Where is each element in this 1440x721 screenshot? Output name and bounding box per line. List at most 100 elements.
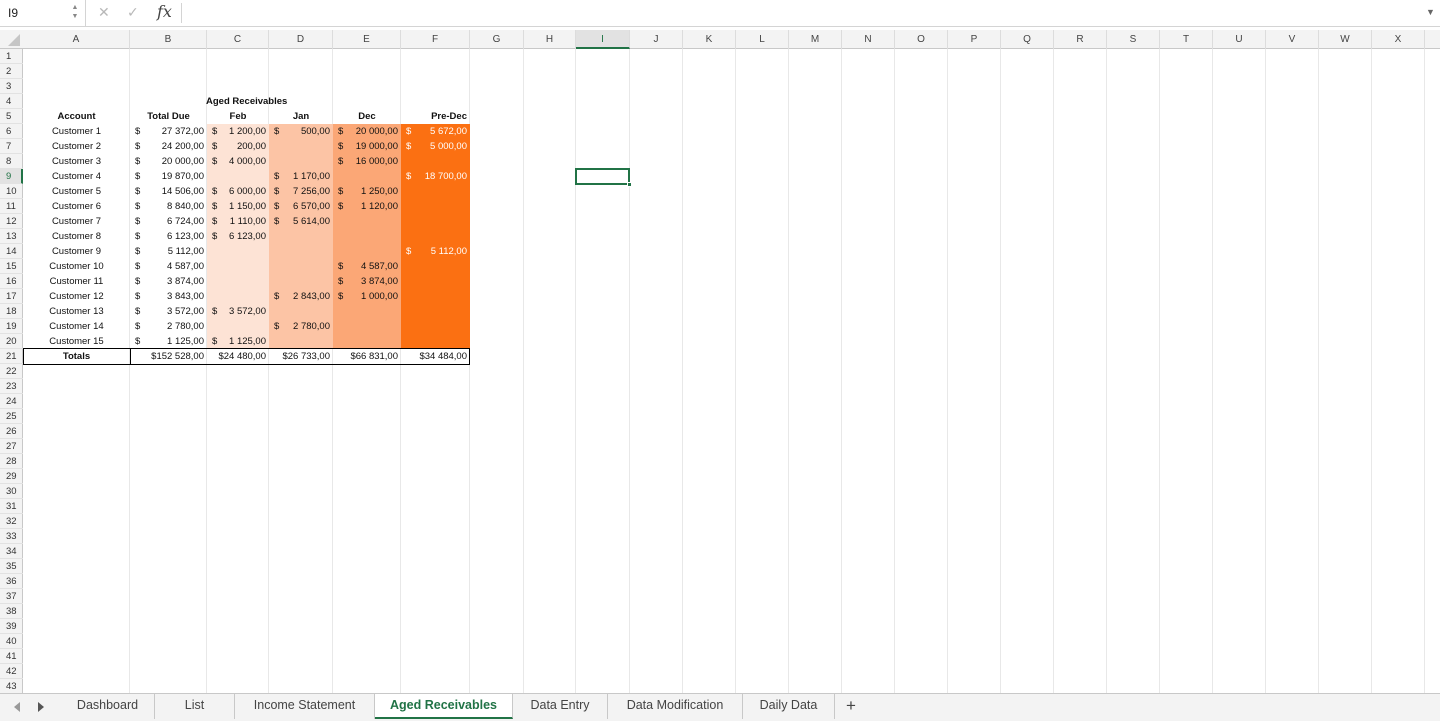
amount: 16 000,00 [355,156,398,167]
column-header-n[interactable]: N [842,30,895,49]
row-header[interactable]: 39 [0,619,23,634]
row-header[interactable]: 28 [0,454,23,469]
row-header[interactable]: 43 [0,679,23,693]
column-header-c[interactable]: C [207,30,269,49]
column-header-u[interactable]: U [1213,30,1266,49]
row-header[interactable]: 23 [0,379,23,394]
name-box-stepper[interactable]: ▲ ▼ [70,3,80,23]
row-header[interactable]: 21 [0,349,23,364]
next-sheet-icon[interactable] [38,702,44,712]
row-header[interactable]: 32 [0,514,23,529]
confirm-icon[interactable]: ✓ [127,4,139,21]
add-sheet-icon[interactable]: + [846,696,856,716]
row-header[interactable]: 11 [0,199,23,214]
row-header[interactable]: 22 [0,364,23,379]
amount: 1 000,00 [361,291,398,302]
amount: 3 843,00 [167,291,204,302]
row-header[interactable]: 9 [0,169,23,184]
amount-cell: $1 250,00 [333,184,401,199]
function-icon[interactable]: fx [157,2,172,21]
column-header-w[interactable]: W [1319,30,1372,49]
sheet-tab-aged-receivables[interactable]: Aged Receivables [375,694,513,719]
column-header-g[interactable]: G [470,30,524,49]
sheet-tab-data-modification[interactable]: Data Modification [608,694,743,719]
spreadsheet-grid[interactable]: ABCDEFGHIJKLMNOPQRSTUVWX 1 2 3 4 5 6 7 8 9 10 11 12… [0,30,1440,693]
name-box[interactable]: I9 ▲ ▼ [0,0,86,26]
row-header[interactable]: 35 [0,559,23,574]
row-header[interactable]: 36 [0,574,23,589]
column-header-p[interactable]: P [948,30,1001,49]
row-header[interactable]: 33 [0,529,23,544]
row-header[interactable]: 27 [0,439,23,454]
row-header[interactable]: 4 [0,94,23,109]
column-header-l[interactable]: L [736,30,789,49]
column-header-d[interactable]: D [269,30,333,49]
row-header[interactable]: 8 [0,154,23,169]
row-header[interactable]: 14 [0,244,23,259]
column-header-q[interactable]: Q [1001,30,1054,49]
column-header-i[interactable]: I [576,30,630,49]
row-header[interactable]: 24 [0,394,23,409]
select-all-corner[interactable] [0,30,23,49]
column-header-m[interactable]: M [789,30,842,49]
column-header-k[interactable]: K [683,30,736,49]
column-header-a[interactable]: A [23,30,130,49]
row-header[interactable]: 16 [0,274,23,289]
row-header[interactable]: 41 [0,649,23,664]
row-header[interactable]: 18 [0,304,23,319]
column-header-v[interactable]: V [1266,30,1319,49]
row-header[interactable]: 3 [0,79,23,94]
selected-cell[interactable] [575,168,632,187]
prev-sheet-icon[interactable] [14,702,20,712]
row-header[interactable]: 13 [0,229,23,244]
column-header-x[interactable]: X [1372,30,1425,49]
row-header[interactable]: 20 [0,334,23,349]
fill-handle[interactable] [627,182,632,187]
amount-cell: $6 724,00 [130,214,207,229]
sheet-tab-data-entry[interactable]: Data Entry [513,694,608,719]
row-header[interactable]: 19 [0,319,23,334]
sheet-tab-dashboard[interactable]: Dashboard [61,694,155,719]
column-header-j[interactable]: J [630,30,683,49]
row-header[interactable]: 31 [0,499,23,514]
row-header[interactable]: 6 [0,124,23,139]
sheet-tab-list[interactable]: List [155,694,235,719]
row-header[interactable]: 26 [0,424,23,439]
row-header[interactable]: 29 [0,469,23,484]
row-header[interactable]: 40 [0,634,23,649]
chevron-up-icon[interactable]: ▲ [70,3,80,12]
row-header[interactable]: 34 [0,544,23,559]
sheet-tab-income-statement[interactable]: Income Statement [235,694,375,719]
row-header[interactable]: 2 [0,64,23,79]
row-header[interactable]: 1 [0,49,23,64]
cancel-icon[interactable]: ✕ [98,4,110,21]
column-header-b[interactable]: B [130,30,207,49]
column-header-s[interactable]: S [1107,30,1160,49]
amount: 1 200,00 [229,126,266,137]
row-header[interactable]: 38 [0,604,23,619]
column-header-f[interactable]: F [401,30,470,49]
cells-area[interactable]: Aged Receivables Account Total Due Feb Jan De… [23,49,1440,693]
column-header-t[interactable]: T [1160,30,1213,49]
row-header[interactable]: 15 [0,259,23,274]
row-header[interactable]: 25 [0,409,23,424]
chevron-down-icon[interactable]: ▼ [1426,7,1435,17]
row-header[interactable]: 17 [0,289,23,304]
column-header-h[interactable]: H [524,30,576,49]
row-header[interactable]: 37 [0,589,23,604]
column-label: Total Due [147,111,190,122]
row-header[interactable]: 7 [0,139,23,154]
currency-symbol: $ [212,186,218,197]
sheet-tab-daily-data[interactable]: Daily Data [743,694,835,719]
row-header[interactable]: 42 [0,664,23,679]
column-header-e[interactable]: E [333,30,401,49]
row-header[interactable]: 12 [0,214,23,229]
row-header[interactable]: 30 [0,484,23,499]
formula-input[interactable] [181,3,1411,23]
currency-symbol: $ [212,336,218,347]
column-header-r[interactable]: R [1054,30,1107,49]
row-header[interactable]: 10 [0,184,23,199]
chevron-down-icon[interactable]: ▼ [70,12,80,21]
row-header[interactable]: 5 [0,109,23,124]
column-header-o[interactable]: O [895,30,948,49]
